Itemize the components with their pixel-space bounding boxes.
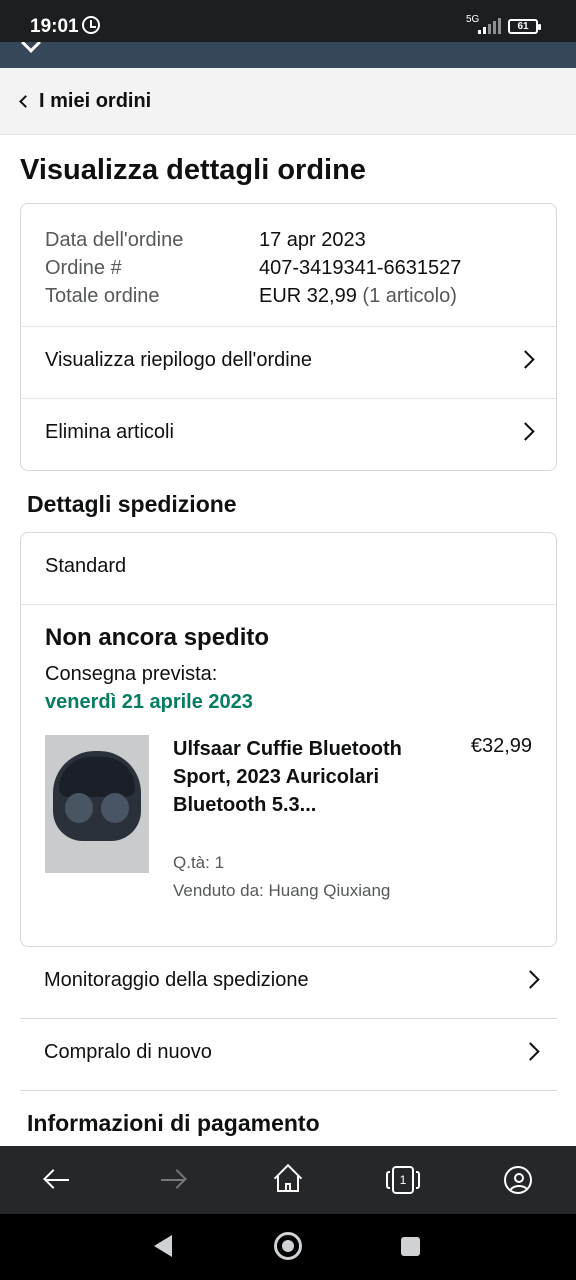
order-number-label: Ordine # (45, 257, 122, 279)
chevron-right-icon (521, 970, 540, 989)
order-total-value: EUR 32,99 (1 articolo) (259, 282, 457, 310)
order-date-label: Data dell'ordine (45, 229, 184, 251)
chevron-right-icon (521, 1042, 540, 1061)
delivery-eta-label: Consegna prevista: (45, 663, 218, 685)
buy-again-link[interactable]: Compralo di nuovo (20, 1019, 557, 1091)
buy-again-label: Compralo di nuovo (44, 1041, 212, 1063)
page-title: Visualizza dettagli ordine (20, 154, 366, 186)
track-shipment-link[interactable]: Monitoraggio della spedizione (20, 947, 557, 1019)
product-quantity: Q.tà: 1 (173, 853, 225, 872)
product-seller: Venduto da: Huang Qiuxiang (173, 881, 391, 900)
order-total-amount: EUR 32,99 (259, 285, 357, 307)
browser-toolbar: 1 (0, 1146, 576, 1214)
view-order-summary-link[interactable]: Visualizza riepilogo dell'ordine (21, 326, 556, 398)
status-bar: 19:01 5G 61 (0, 0, 576, 42)
nav-recents-icon[interactable] (401, 1237, 420, 1256)
shipping-method: Standard (45, 555, 127, 577)
tabs-icon[interactable]: 1 (383, 1162, 420, 1198)
order-item-count: (1 articolo) (362, 285, 457, 307)
order-total-label: Totale ordine (45, 285, 160, 307)
back-arrow-icon[interactable] (39, 1162, 75, 1198)
battery-icon: 61 (508, 19, 541, 34)
back-link[interactable]: I miei ordini (39, 90, 151, 113)
shipment-card: Standard Non ancora spedito Consegna pre… (20, 532, 557, 947)
delete-items-label: Elimina articoli (45, 421, 174, 443)
nav-back-icon[interactable] (154, 1235, 172, 1257)
alarm-icon (82, 16, 100, 34)
chevron-down-icon[interactable] (21, 42, 41, 53)
delete-items-link[interactable]: Elimina articoli (21, 398, 556, 470)
collapsed-banner[interactable] (0, 42, 576, 68)
delivery-eta-date: venerdì 21 aprile 2023 (45, 691, 253, 713)
product-image[interactable] (45, 735, 149, 873)
payment-section-title: Informazioni di pagamento (27, 1110, 320, 1136)
order-summary: Data dell'ordine 17 apr 2023 Ordine # 40… (45, 226, 461, 310)
status-time: 19:01 (30, 16, 79, 37)
back-nav[interactable]: I miei ordini (0, 68, 576, 135)
shipment-status: Non ancora spedito (45, 624, 270, 651)
shipping-section-title: Dettagli spedizione (27, 491, 237, 517)
chevron-left-icon[interactable] (19, 95, 32, 108)
home-icon[interactable] (270, 1162, 306, 1198)
account-icon[interactable] (500, 1162, 536, 1198)
product-price: €32,99 (470, 735, 532, 757)
order-date-value: 17 apr 2023 (259, 229, 366, 251)
order-summary-card: Data dell'ordine 17 apr 2023 Ordine # 40… (20, 203, 557, 471)
divider (21, 604, 556, 605)
product-title-link[interactable]: Ulfsaar Cuffie Bluetooth Sport, 2023 Aur… (173, 735, 413, 819)
chevron-right-icon (516, 350, 535, 369)
nav-home-icon[interactable] (274, 1232, 302, 1260)
view-order-summary-label: Visualizza riepilogo dell'ordine (45, 349, 312, 371)
order-number-value: 407-3419341-6631527 (259, 257, 462, 279)
system-nav-bar (0, 1214, 576, 1280)
chevron-right-icon (516, 422, 535, 441)
signal-icon (478, 18, 502, 34)
track-shipment-label: Monitoraggio della spedizione (44, 969, 309, 991)
forward-arrow-icon[interactable] (155, 1162, 191, 1198)
